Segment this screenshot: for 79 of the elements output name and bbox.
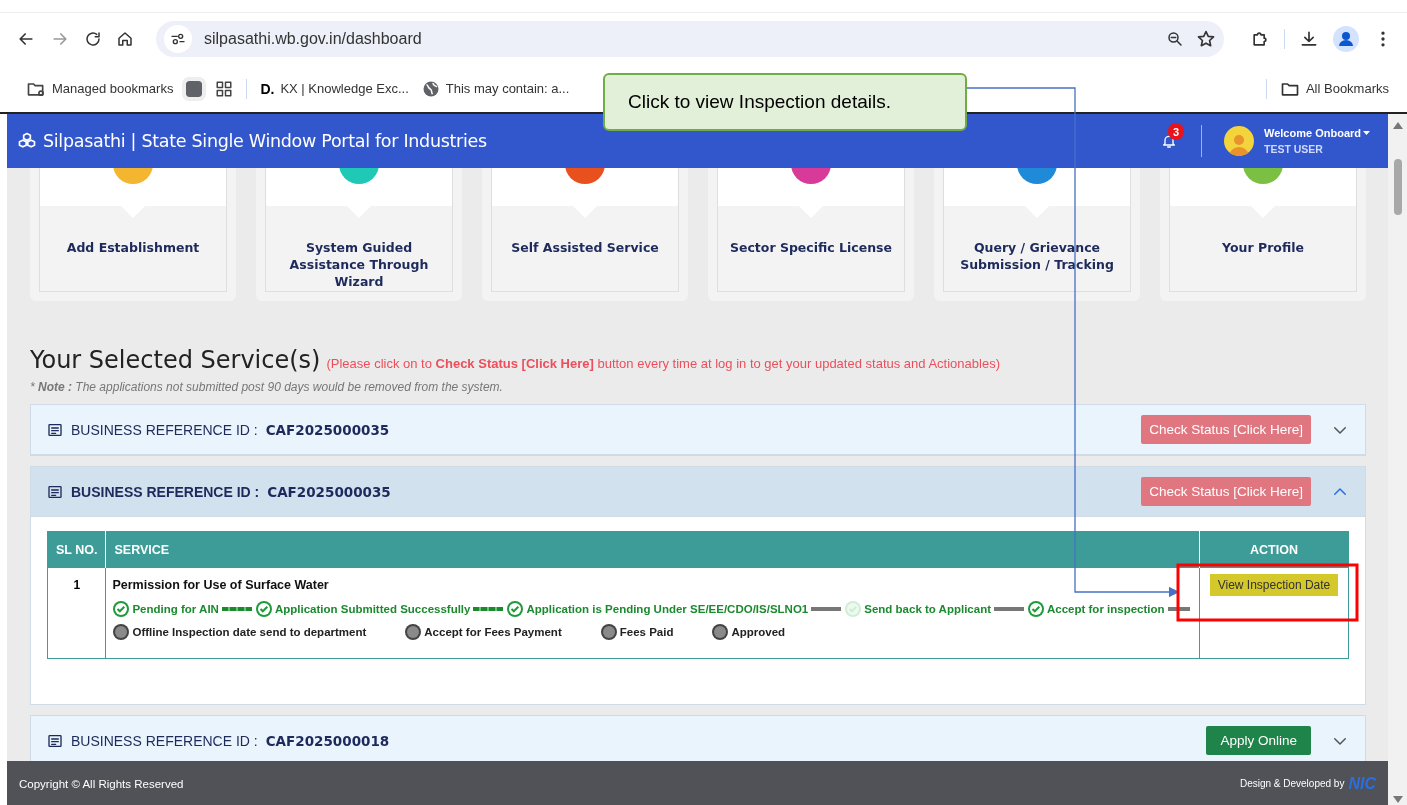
bookmark-label[interactable]: Managed bookmarks [52, 81, 174, 96]
reference-id: CAF2025000035 [267, 483, 391, 500]
user-name: TEST USER [1264, 143, 1324, 155]
site-settings-icon[interactable] [170, 31, 186, 47]
reload-icon[interactable] [84, 30, 102, 48]
column-header: ACTION [1199, 531, 1349, 568]
service-card[interactable]: Sector Specific License [708, 168, 914, 301]
check-circle-icon [506, 600, 525, 618]
service-label[interactable]: Self Assisted Service [501, 239, 669, 256]
table-cell: 1 [47, 568, 106, 659]
zoom-icon[interactable] [1166, 30, 1184, 48]
copyright-text: Copyright © All Rights Reserved [19, 777, 184, 790]
progress-step: Accept for Fees Payment [404, 623, 562, 641]
accordion-header[interactable]: BUSINESS REFERENCE ID : CAF2025000018 Apply Online [31, 716, 1365, 761]
service-card[interactable]: Query / Grievance Submission / Tracking [934, 168, 1140, 301]
nic-logo: NIC [1348, 774, 1376, 793]
reference-label: BUSINESS REFERENCE ID : [71, 421, 258, 438]
circle-icon [404, 623, 423, 641]
puzzle-icon[interactable] [1250, 29, 1270, 49]
home-icon[interactable] [116, 30, 134, 48]
credit-text: Design & Developed by [1239, 778, 1345, 789]
download-icon[interactable] [1299, 29, 1319, 49]
notification-badge: 3 [1168, 123, 1184, 140]
service-card[interactable]: Self Assisted Service [482, 168, 688, 301]
reference-id: CAF2025000035 [265, 421, 390, 438]
bookmark-label[interactable]: This may contain: a... [445, 81, 570, 96]
column-header: SL NO. [47, 531, 106, 568]
avatar-icon[interactable] [1224, 126, 1254, 156]
view-inspection-date-button[interactable]: View Inspection Date [1209, 574, 1339, 596]
service-label[interactable]: Add Establishment [56, 239, 210, 256]
status-hint: (Please click on to Check Status [Click Here] button every time at log in to get your updated status and Actionables) [326, 356, 1000, 371]
progress-step: Application is Pending Under SE/EE/CDO/IS/SLNO1 [506, 600, 809, 618]
bookmark-label[interactable]: KX | Knowledge Exc... [280, 81, 409, 96]
service-label[interactable]: Your Profile [1212, 239, 1314, 256]
star-icon[interactable] [1196, 29, 1216, 49]
callout: Click to view Inspection details. [603, 73, 967, 131]
scrollbar[interactable] [1388, 114, 1407, 805]
list-icon[interactable] [47, 732, 63, 749]
profile-icon[interactable] [1333, 26, 1359, 52]
portal-title: Silpasathi | State Single Window Portal for Industries [43, 131, 487, 151]
service-card[interactable]: Add Establishment [30, 168, 236, 301]
service-card[interactable]: Your Profile [1160, 168, 1366, 301]
service-label[interactable]: Sector Specific License [719, 239, 903, 256]
progress-step: Accept for inspection [1027, 600, 1165, 618]
reference-label: BUSINESS REFERENCE ID : [71, 732, 258, 749]
list-icon[interactable] [47, 421, 63, 438]
section-title: Your Selected Service(s) [30, 346, 321, 374]
progress-step: Send back to Applicant [844, 600, 991, 618]
cubes-logo-icon[interactable] [17, 131, 37, 151]
apply-online-button[interactable]: Apply Online [1206, 726, 1311, 755]
service-name: Permission for Use of Surface Water [112, 578, 330, 592]
check-circle-icon [1027, 600, 1045, 618]
reference-id: CAF2025000018 [265, 732, 390, 749]
circle-icon [711, 623, 730, 641]
address-bar[interactable]: silpasathi.wb.gov.in/dashboard [156, 21, 1224, 57]
progress-step: Fees Paid [599, 623, 674, 641]
progress-step: Approved [711, 623, 786, 641]
site-logo: D. [260, 80, 275, 97]
circle-icon [599, 623, 618, 641]
bookmark-label[interactable]: All Bookmarks [1305, 81, 1389, 96]
circle-icon [112, 623, 131, 641]
caret-icon [1363, 130, 1370, 136]
accordion-header[interactable]: BUSINESS REFERENCE ID : CAF2025000035 Check Status [Click Here] [31, 467, 1365, 517]
list-icon[interactable] [47, 483, 63, 500]
apps-grid-icon[interactable] [215, 79, 234, 98]
progress-step: Pending for AIN [112, 600, 219, 618]
url-text[interactable]: silpasathi.wb.gov.in/dashboard [204, 30, 1154, 48]
progress-step: Offline Inspection date send to department [112, 623, 367, 641]
check-circle-icon [844, 600, 863, 618]
reference-label: BUSINESS REFERENCE ID : [71, 483, 260, 500]
user-menu[interactable]: Welcome Onboard [1264, 127, 1370, 139]
note-text: *Note : The applications not submitted post 90 days would be removed from the system. [30, 380, 504, 394]
check-circle-icon [254, 600, 273, 618]
check-circle-icon [112, 600, 131, 618]
accordion-header[interactable]: BUSINESS REFERENCE ID : CAF2025000035 Check Status [Click Here] [31, 405, 1365, 455]
service-card[interactable]: System Guided Assistance Through Wizard [256, 168, 462, 301]
globe-icon [421, 79, 440, 98]
progress-step: Application Submitted Successfully [254, 600, 471, 618]
column-header: SERVICE [105, 531, 1200, 568]
